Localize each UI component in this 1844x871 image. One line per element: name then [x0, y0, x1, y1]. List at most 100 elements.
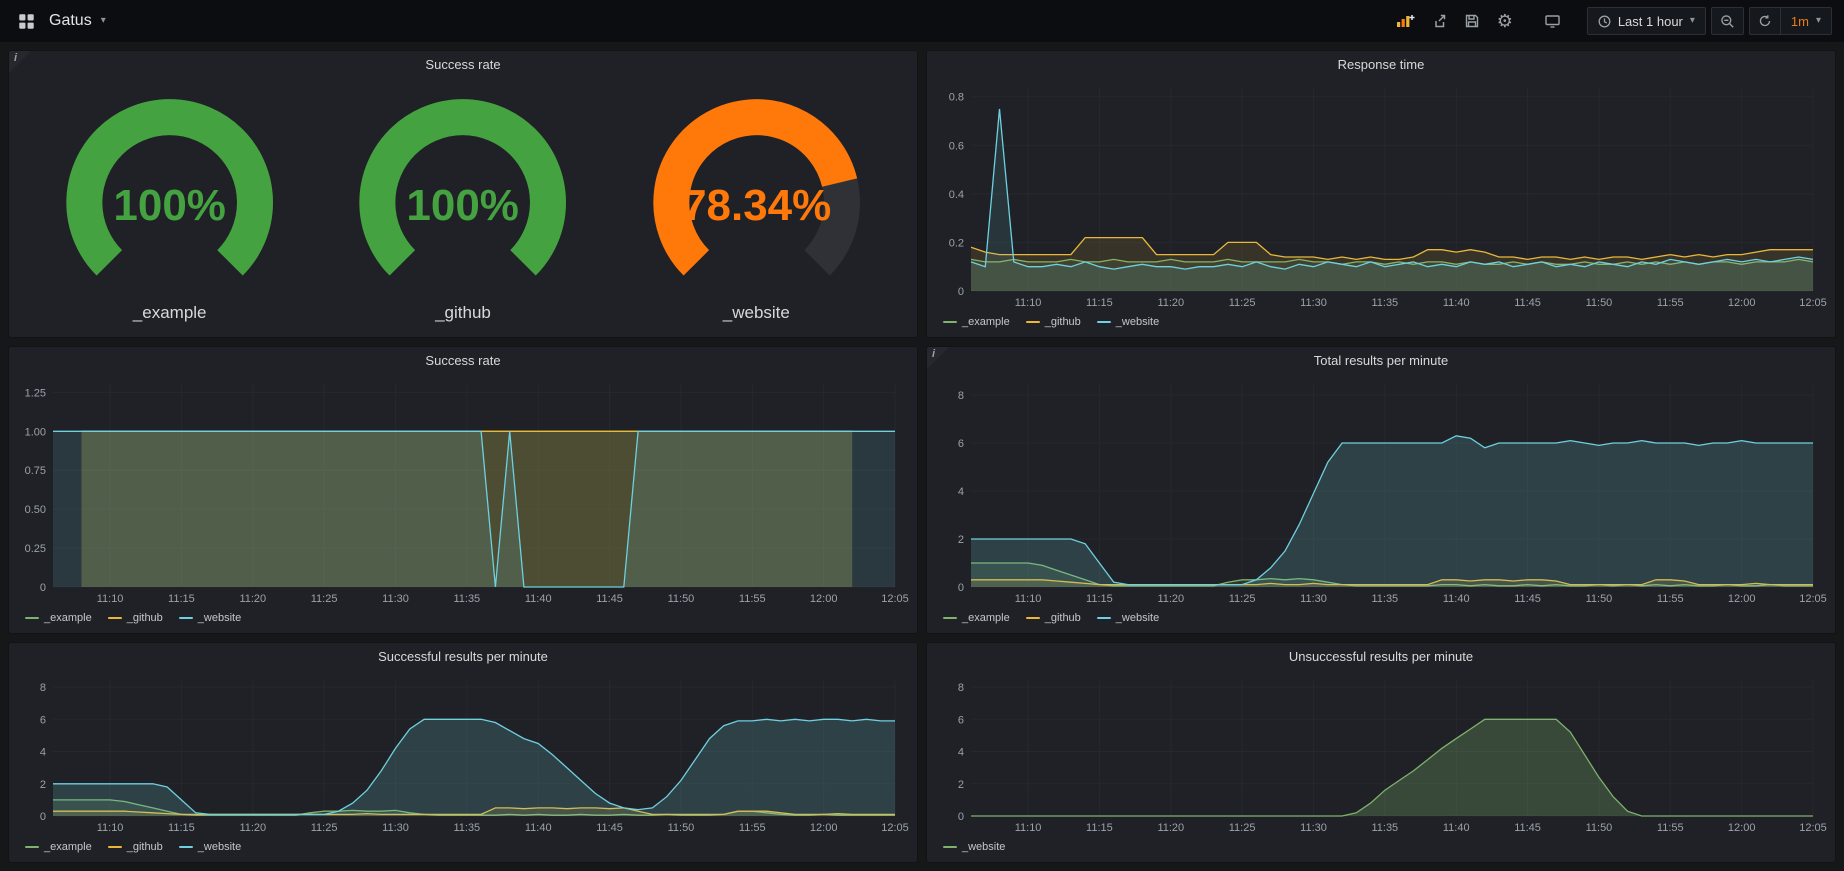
legend-label: _github [127, 612, 163, 624]
legend-item[interactable]: _example [25, 612, 92, 624]
legend-label: _github [127, 841, 163, 853]
panel-title[interactable]: Successful results per minute [9, 643, 917, 669]
dashboard-title[interactable]: Gatus [49, 12, 92, 30]
panel-title[interactable]: Success rate [9, 51, 917, 77]
navbar-left: Gatus ▾ [12, 7, 106, 35]
gauge-_github: 100%_github [316, 81, 609, 329]
chart-legend: _example _github _website [927, 607, 1835, 633]
legend-item[interactable]: _website [1097, 612, 1159, 624]
legend-swatch [108, 846, 122, 848]
time-series-chart[interactable]: 0246811:1011:1511:2011:2511:3011:3511:40… [933, 669, 1829, 836]
svg-text:11:10: 11:10 [1015, 822, 1042, 834]
legend-item[interactable]: _example [943, 316, 1010, 328]
legend-item[interactable]: _website [179, 841, 241, 853]
clock-icon [1598, 15, 1611, 28]
svg-text:11:45: 11:45 [596, 822, 623, 834]
tv-mode-glyph [1544, 13, 1561, 29]
time-series-chart[interactable]: 0246811:1011:1511:2011:2511:3011:3511:40… [15, 669, 911, 836]
panel-title[interactable]: Response time [927, 51, 1835, 77]
svg-text:11:50: 11:50 [668, 822, 695, 834]
svg-text:0: 0 [958, 811, 964, 823]
share-icon[interactable] [1425, 7, 1453, 35]
svg-text:8: 8 [958, 390, 964, 402]
svg-text:0.2: 0.2 [949, 237, 964, 249]
add-panel-icon[interactable] [1392, 7, 1420, 35]
legend-item[interactable]: _example [943, 612, 1010, 624]
legend-item[interactable]: _github [108, 841, 163, 853]
panel-body: 0246811:1011:1511:2011:2511:3011:3511:40… [933, 669, 1829, 836]
svg-text:78.34%: 78.34% [682, 181, 831, 230]
legend-item[interactable]: _website [179, 612, 241, 624]
svg-text:4: 4 [40, 747, 46, 759]
legend-item[interactable]: _website [1097, 316, 1159, 328]
zoom-out-button[interactable] [1711, 7, 1744, 35]
time-series-chart[interactable]: 00.250.500.751.001.2511:1011:1511:2011:2… [15, 373, 911, 607]
legend-swatch [25, 846, 39, 848]
chart-canvas: 00.20.40.60.811:1011:1511:2011:2511:3011… [933, 77, 1829, 311]
info-glyph: i [14, 52, 17, 64]
svg-text:12:05: 12:05 [1799, 822, 1827, 834]
refresh-interval-picker[interactable]: 1m ▾ [1781, 7, 1832, 35]
legend-label: _website [1116, 612, 1159, 624]
gauge-_example: 100%_example [23, 81, 316, 329]
legend-item[interactable]: _github [108, 612, 163, 624]
chart-legend: _example _github _website [927, 311, 1835, 337]
svg-text:12:00: 12:00 [1728, 822, 1756, 834]
refresh-button[interactable] [1749, 7, 1781, 35]
caret-down-icon: ▾ [1816, 16, 1821, 26]
panel-title[interactable]: Success rate [9, 347, 917, 373]
panel-title[interactable]: Unsuccessful results per minute [927, 643, 1835, 669]
svg-text:2: 2 [958, 779, 964, 791]
panel-successful-results: Successful results per minute 0246811:10… [8, 642, 918, 863]
dashboards-grid-icon[interactable] [12, 7, 40, 35]
svg-text:11:20: 11:20 [239, 822, 266, 834]
time-series-chart[interactable]: 00.20.40.60.811:1011:1511:2011:2511:3011… [933, 77, 1829, 311]
svg-text:11:10: 11:10 [1015, 593, 1042, 605]
legend-label: _website [198, 841, 241, 853]
tv-mode-icon[interactable] [1539, 7, 1567, 35]
navbar-right: ⚙ Last 1 hour ▾ [1392, 7, 1832, 35]
svg-text:12:00: 12:00 [1728, 593, 1756, 605]
svg-text:11:50: 11:50 [1586, 593, 1613, 605]
svg-text:11:45: 11:45 [1514, 822, 1541, 834]
legend-item[interactable]: _github [1026, 316, 1081, 328]
panel-info-icon[interactable]: i [9, 51, 31, 73]
svg-text:11:45: 11:45 [1514, 297, 1541, 309]
svg-text:11:10: 11:10 [1015, 297, 1042, 309]
svg-text:12:00: 12:00 [1728, 297, 1756, 309]
svg-text:1.00: 1.00 [25, 426, 46, 438]
gauge-arc: 78.34% [610, 81, 903, 300]
svg-text:11:25: 11:25 [311, 822, 338, 834]
svg-text:11:20: 11:20 [1157, 822, 1184, 834]
svg-text:11:55: 11:55 [1657, 822, 1684, 834]
legend-label: _website [962, 841, 1005, 853]
svg-text:0.25: 0.25 [25, 543, 46, 555]
legend-item[interactable]: _github [1026, 612, 1081, 624]
info-glyph: i [932, 348, 935, 360]
svg-text:11:30: 11:30 [1300, 593, 1327, 605]
svg-text:12:05: 12:05 [881, 822, 909, 834]
gauge-label: _example [133, 300, 207, 329]
svg-text:11:35: 11:35 [453, 822, 480, 834]
svg-text:8: 8 [958, 682, 964, 694]
svg-text:0.4: 0.4 [949, 189, 964, 201]
time-series-chart[interactable]: 0246811:1011:1511:2011:2511:3011:3511:40… [933, 373, 1829, 607]
save-icon[interactable] [1458, 7, 1486, 35]
svg-text:12:05: 12:05 [1799, 297, 1827, 309]
svg-text:11:15: 11:15 [1086, 822, 1113, 834]
caret-down-icon[interactable]: ▾ [101, 16, 106, 26]
legend-item[interactable]: _website [943, 841, 1005, 853]
svg-text:11:50: 11:50 [668, 593, 695, 605]
legend-item[interactable]: _example [25, 841, 92, 853]
panel-title[interactable]: Total results per minute [927, 347, 1835, 373]
legend-label: _example [962, 612, 1010, 624]
panel-info-icon[interactable]: i [927, 347, 949, 369]
time-range-picker[interactable]: Last 1 hour ▾ [1587, 7, 1706, 35]
gauge-row: 100%_example100%_github78.34%_website [9, 77, 917, 337]
chart-legend: _website [927, 836, 1835, 862]
settings-icon[interactable]: ⚙ [1491, 7, 1519, 35]
svg-text:0: 0 [958, 286, 964, 298]
gauge-arc: 100% [316, 81, 609, 300]
panel-body: 00.250.500.751.001.2511:1011:1511:2011:2… [15, 373, 911, 607]
svg-text:2: 2 [40, 779, 46, 791]
